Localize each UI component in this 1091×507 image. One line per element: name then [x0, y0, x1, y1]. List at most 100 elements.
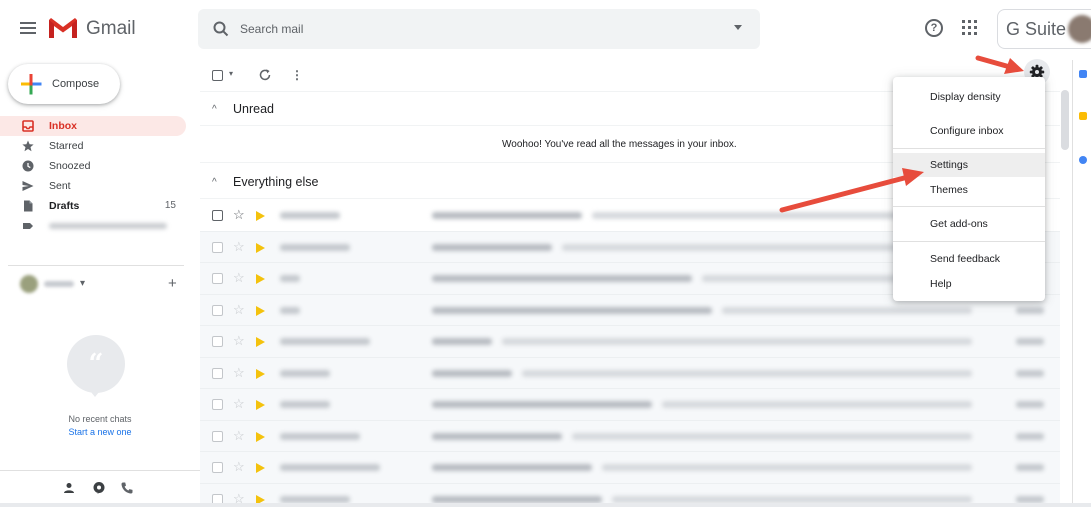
select-all-checkbox[interactable]: [212, 70, 223, 81]
drafts-count: 15: [164, 200, 176, 211]
table-row[interactable]: ☆: [200, 326, 1060, 358]
star-icon[interactable]: ☆: [233, 270, 245, 286]
menu-item-label: Settings: [930, 159, 968, 171]
star-icon[interactable]: ☆: [233, 302, 245, 318]
apps-grid-icon[interactable]: [962, 20, 977, 35]
blurred-sender: [280, 432, 360, 440]
menu-item-help[interactable]: Help: [893, 272, 1045, 296]
menu-item-configure-inbox[interactable]: Configure inbox: [893, 119, 1045, 143]
important-marker-icon[interactable]: [256, 211, 265, 221]
blurred-subject: [432, 338, 492, 345]
new-conversation-plus-icon[interactable]: +: [168, 275, 177, 292]
sidebar-item-starred[interactable]: Starred: [0, 136, 186, 156]
important-marker-icon[interactable]: [256, 463, 265, 473]
star-icon[interactable]: ☆: [233, 428, 245, 444]
inbox-icon: [22, 120, 34, 132]
tasks-icon[interactable]: [1079, 156, 1087, 164]
row-checkbox[interactable]: [212, 210, 223, 221]
compose-button[interactable]: Compose: [8, 64, 120, 104]
search-options-chevron-down-icon[interactable]: [734, 25, 742, 30]
blurred-sender: [280, 495, 350, 503]
important-marker-icon[interactable]: [256, 368, 265, 379]
star-icon[interactable]: ☆: [233, 239, 245, 255]
sidebar-item-label: Drafts: [49, 200, 80, 212]
scrollbar[interactable]: [1061, 90, 1069, 150]
important-marker-icon[interactable]: [256, 274, 265, 284]
blurred-snippet: [612, 495, 972, 503]
blurred-date: [1016, 338, 1044, 345]
row-checkbox[interactable]: [212, 273, 223, 284]
collapse-chevron-up-icon[interactable]: ^: [212, 104, 217, 115]
section-title: Unread: [233, 102, 274, 116]
row-checkbox[interactable]: [212, 367, 223, 379]
menu-item-label: Configure inbox: [930, 125, 1004, 137]
blurred-date: [1016, 401, 1044, 408]
sidebar-nav: Inbox Starred Snoozed Sent Drafts 15: [0, 116, 186, 236]
gsuite-label: G Suite: [1006, 19, 1067, 39]
hangouts-user-name[interactable]: [44, 281, 74, 287]
star-icon[interactable]: ☆: [233, 333, 245, 349]
sidebar-item-sent[interactable]: Sent: [0, 176, 186, 196]
blurred-date: [1016, 495, 1044, 503]
more-options-icon[interactable]: ⋮: [291, 68, 303, 82]
row-checkbox[interactable]: [212, 336, 223, 347]
row-checkbox[interactable]: [212, 462, 223, 473]
star-icon[interactable]: ☆: [233, 459, 245, 475]
search-icon[interactable]: [212, 20, 230, 38]
compose-label: Compose: [52, 78, 100, 90]
important-marker-icon[interactable]: [256, 431, 265, 442]
table-row[interactable]: ☆: [200, 420, 1060, 452]
hangouts-chat-icon[interactable]: [92, 481, 106, 495]
blurred-subject: [432, 275, 692, 282]
select-chevron-down-icon[interactable]: ▾: [229, 69, 233, 78]
avatar[interactable]: [1068, 15, 1091, 43]
keep-icon[interactable]: [1079, 112, 1087, 120]
star-icon[interactable]: ☆: [233, 207, 245, 223]
important-marker-icon[interactable]: [256, 305, 265, 316]
blurred-sender: [280, 212, 340, 219]
no-recent-chats-text: No recent chats: [68, 414, 132, 424]
empty-message-text: Woohoo! You've read all the messages in …: [502, 139, 737, 150]
blurred-subject: [432, 401, 652, 408]
search-input[interactable]: Search mail: [240, 22, 303, 36]
start-new-chat-link[interactable]: Start a new one: [40, 427, 160, 437]
app-name: Gmail: [86, 18, 136, 39]
collapse-chevron-up-icon[interactable]: ^: [212, 177, 217, 188]
star-icon[interactable]: ☆: [233, 396, 245, 412]
calendar-icon[interactable]: [1079, 70, 1087, 78]
table-row[interactable]: ☆: [200, 357, 1060, 389]
gmail-logo-icon[interactable]: [48, 17, 78, 39]
hangouts-bottom-bar: [0, 470, 200, 507]
menu-item-settings[interactable]: Settings: [893, 153, 1045, 177]
row-checkbox[interactable]: [212, 304, 223, 316]
main-menu-icon[interactable]: [20, 22, 36, 34]
menu-item-get-add-ons[interactable]: Get add-ons: [893, 212, 1045, 236]
blurred-sender: [280, 338, 370, 345]
contacts-person-icon[interactable]: [62, 481, 76, 495]
important-marker-icon[interactable]: [256, 337, 265, 347]
star-icon[interactable]: ☆: [233, 365, 245, 381]
search-bar[interactable]: Search mail: [198, 9, 760, 49]
sidebar-item-drafts[interactable]: Drafts 15: [0, 196, 186, 216]
row-checkbox[interactable]: [212, 430, 223, 442]
phone-icon[interactable]: [120, 481, 134, 495]
status-chevron-down-icon[interactable]: ▾: [80, 278, 85, 289]
avatar[interactable]: [20, 275, 38, 293]
sidebar-item-snoozed[interactable]: Snoozed: [0, 156, 186, 176]
menu-item-send-feedback[interactable]: Send feedback: [893, 247, 1045, 271]
sidebar-item-label: Snoozed: [49, 160, 91, 172]
table-row[interactable]: ☆: [200, 452, 1060, 484]
row-checkbox[interactable]: [212, 241, 223, 253]
sidebar-item-label-blurred[interactable]: [0, 216, 186, 236]
account-badge[interactable]: G Suite: [997, 9, 1091, 49]
help-icon[interactable]: ?: [925, 19, 943, 37]
table-row[interactable]: ☆: [200, 389, 1060, 421]
important-marker-icon[interactable]: [256, 242, 265, 253]
menu-item-display-density[interactable]: Display density: [893, 85, 1045, 109]
row-checkbox[interactable]: [212, 399, 223, 410]
menu-item-themes[interactable]: Themes: [893, 178, 1045, 202]
blurred-date: [1016, 464, 1044, 471]
refresh-icon[interactable]: [258, 68, 272, 82]
important-marker-icon[interactable]: [256, 400, 265, 410]
sidebar-item-inbox[interactable]: Inbox: [0, 116, 186, 136]
